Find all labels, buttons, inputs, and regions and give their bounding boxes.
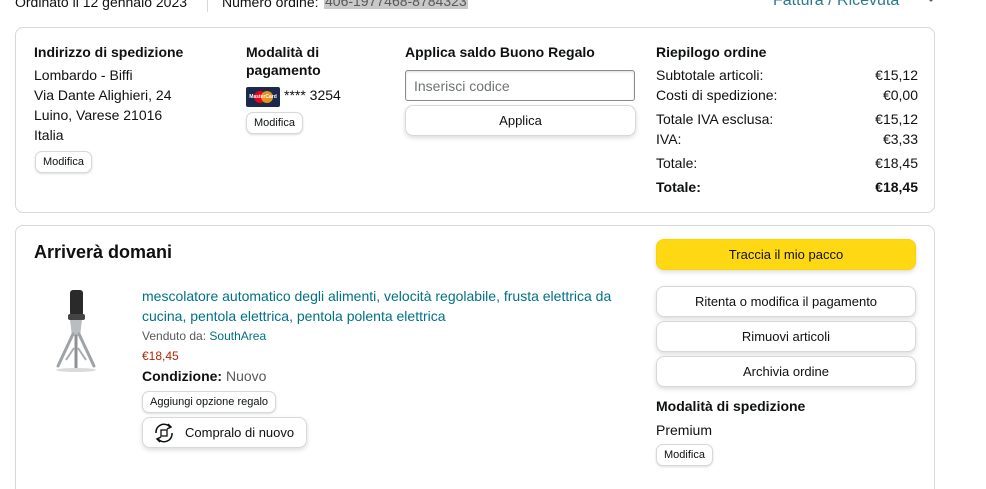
shipping-address-title: Indirizzo di spedizione: [34, 44, 184, 60]
address-line: Lombardo - Biffi: [34, 67, 133, 83]
order-totals-title: Riepilogo ordine: [656, 44, 767, 60]
order-summary-card: Indirizzo di spedizione Lombardo - Biffi…: [15, 27, 935, 213]
order-number: 406-1977468-8784323: [324, 0, 468, 9]
product-price: €18,45: [142, 349, 179, 363]
summary-row: Totale: €18,45: [656, 155, 918, 171]
summary-row: Subtotale articoli: €15,12: [656, 67, 918, 83]
product-title-link[interactable]: mescolatore automatico degli alimenti, v…: [142, 286, 622, 326]
shipping-mode-value: Premium: [656, 422, 713, 438]
remove-items-button[interactable]: Rimuovi articoli: [656, 321, 916, 352]
shipment-card: Arriverà domani mescolatore automatico d…: [15, 225, 935, 489]
product-image[interactable]: [46, 288, 106, 378]
payment-method-section: Modalità di pagamento MasterCard **** 32…: [246, 44, 396, 134]
retry-payment-button[interactable]: Ritenta o modifica il pagamento: [656, 286, 916, 317]
address-line: Italia: [34, 127, 64, 143]
shipping-address-section: Indirizzo di spedizione Lombardo - Biffi…: [34, 44, 234, 173]
card-number-masked: **** 3254: [284, 87, 341, 103]
invoice-link[interactable]: Fattura / Ricevuta: [773, 0, 899, 10]
edit-address-button[interactable]: Modifica: [35, 151, 92, 173]
address-line: Via Dante Alighieri, 24: [34, 87, 172, 103]
order-number-label: Numero ordine:: [222, 0, 319, 10]
order-header: Ordinato il 12 gennaio 2023 Numero ordin…: [0, 0, 986, 18]
seller-link[interactable]: SouthArea: [209, 329, 266, 343]
payment-method-title: Modalità di pagamento: [246, 44, 321, 78]
mastercard-icon: MasterCard: [246, 87, 280, 107]
edit-shipping-mode-button[interactable]: Modifica: [656, 444, 713, 466]
grand-total-row: Totale: €18,45: [656, 179, 918, 195]
add-gift-option-button[interactable]: Aggiungi opzione regalo: [142, 391, 277, 413]
summary-row: Totale IVA esclusa: €15,12: [656, 111, 918, 127]
order-totals-section: Riepilogo ordine Subtotale articoli: €15…: [656, 44, 918, 197]
apply-gift-button[interactable]: Applica: [405, 105, 636, 136]
summary-row: Costi di spedizione: €0,00: [656, 87, 918, 103]
archive-order-button[interactable]: Archivia ordine: [656, 356, 916, 387]
product-condition: Condizione: Nuovo: [142, 368, 267, 384]
buy-again-button[interactable]: Compralo di nuovo: [142, 417, 307, 448]
delivery-status-heading: Arriverà domani: [34, 242, 173, 262]
buy-again-icon: [155, 422, 173, 443]
track-package-button[interactable]: Traccia il mio pacco: [656, 239, 916, 270]
gift-card-section: Applica saldo Buono Regalo Inserisci cod…: [405, 44, 645, 136]
address-line: Luino, Varese 21016: [34, 107, 163, 123]
buy-again-label: Compralo di nuovo: [185, 425, 295, 440]
summary-row: IVA: €3,33: [656, 131, 918, 147]
chevron-down-icon[interactable]: [926, 0, 936, 4]
gift-code-input[interactable]: Inserisci codice: [405, 70, 635, 101]
divider: [207, 0, 208, 12]
edit-payment-button[interactable]: Modifica: [246, 112, 303, 134]
gift-card-title: Applica saldo Buono Regalo: [405, 44, 595, 60]
shipping-mode-title: Modalità di spedizione: [656, 398, 806, 414]
order-date: Ordinato il 12 gennaio 2023: [15, 0, 188, 10]
sold-by: Venduto da: SouthArea: [142, 329, 267, 343]
